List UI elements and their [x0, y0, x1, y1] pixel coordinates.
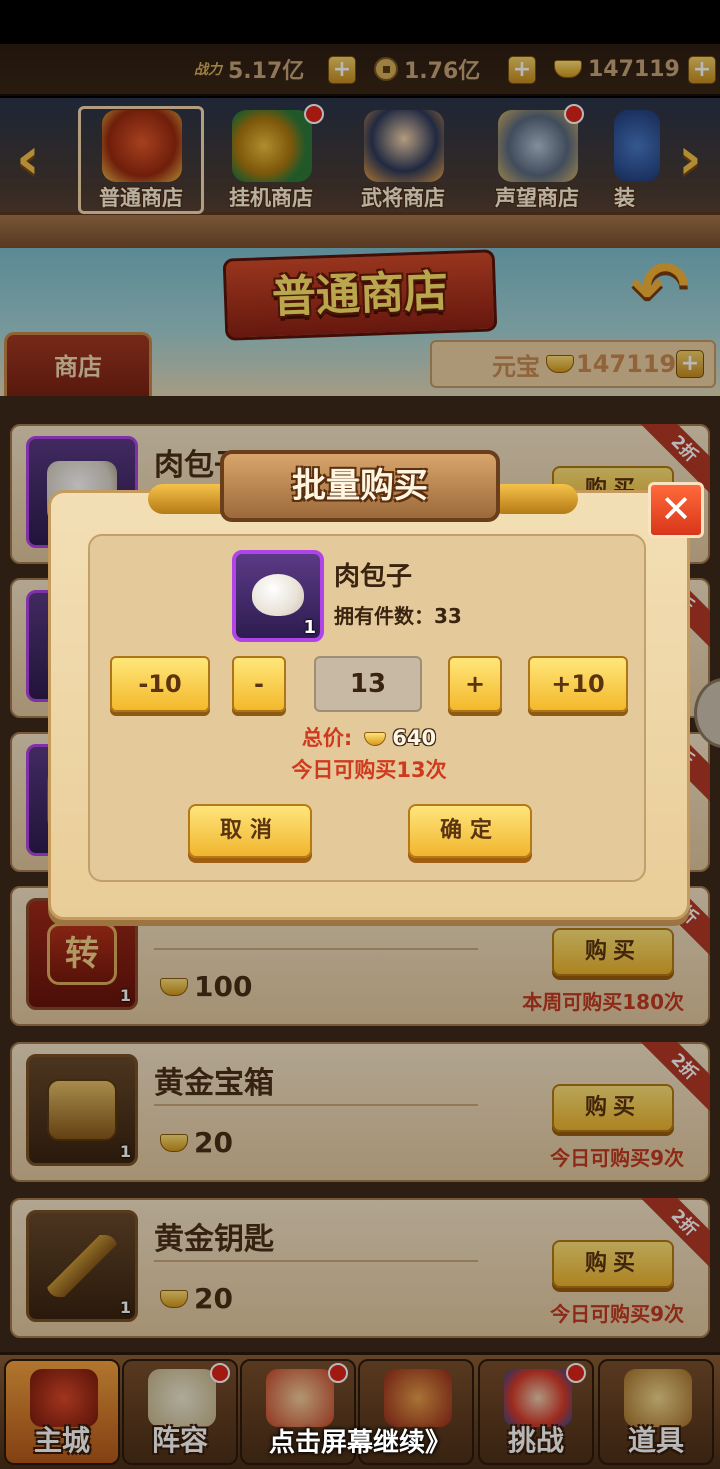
total-price: 总价: 640: [48, 722, 690, 752]
gold-ingot-icon: [364, 732, 387, 746]
bulk-purchase-dialog: 批量购买 ✕ 1 肉包子 拥有件数：33 -10 - 13 + +10 总价: 6…: [48, 450, 704, 920]
dialog-title: 批量购买: [220, 450, 500, 522]
item-frame: 1: [232, 550, 324, 642]
confirm-button[interactable]: 确定: [408, 804, 532, 858]
cancel-button[interactable]: 取消: [188, 804, 312, 858]
plus-one-button[interactable]: +: [448, 656, 502, 712]
plus-ten-button[interactable]: +10: [528, 656, 628, 712]
meat-bun-icon: [252, 574, 304, 616]
item-name: 肉包子: [334, 562, 413, 592]
tap-to-continue-hint[interactable]: 点击屏幕继续》: [0, 1422, 720, 1459]
minus-one-button[interactable]: -: [232, 656, 286, 712]
item-count: 1: [303, 617, 316, 638]
owned-count: 拥有件数：33: [334, 604, 462, 628]
header-ornament: [488, 484, 578, 514]
total-label: 总价:: [301, 726, 353, 750]
minus-ten-button[interactable]: -10: [110, 656, 210, 712]
close-icon[interactable]: ✕: [648, 482, 704, 538]
quantity-field[interactable]: 13: [314, 656, 422, 712]
total-value: 640: [392, 726, 437, 750]
daily-limit: 今日可购买13次: [291, 758, 447, 782]
status-bar: [0, 0, 720, 44]
